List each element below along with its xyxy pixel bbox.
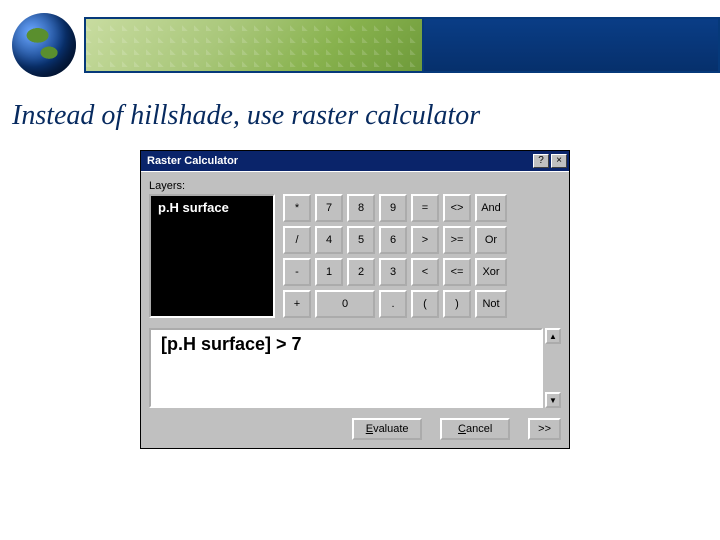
btn-divide[interactable]: / — [283, 226, 311, 254]
btn-gt[interactable]: > — [411, 226, 439, 254]
close-icon[interactable]: × — [551, 154, 567, 168]
cancel-button[interactable]: Cancel — [440, 418, 510, 440]
btn-9[interactable]: 9 — [379, 194, 407, 222]
btn-lt[interactable]: < — [411, 258, 439, 286]
btn-6[interactable]: 6 — [379, 226, 407, 254]
dialog-body: Layers: p.H surface * 7 8 9 = <> And / 4… — [141, 171, 569, 448]
btn-5[interactable]: 5 — [347, 226, 375, 254]
evaluate-rest: valuate — [373, 423, 408, 435]
globe-icon — [12, 13, 76, 77]
btn-8[interactable]: 8 — [347, 194, 375, 222]
btn-not[interactable]: Not — [475, 290, 507, 318]
expression-input[interactable]: [p.H surface] > 7 — [149, 328, 543, 408]
scroll-up-icon[interactable]: ▲ — [545, 328, 561, 344]
layers-label: Layers: — [149, 180, 561, 192]
btn-3[interactable]: 3 — [379, 258, 407, 286]
btn-0[interactable]: 0 — [315, 290, 375, 318]
btn-equals[interactable]: = — [411, 194, 439, 222]
slide-banner — [0, 0, 720, 90]
btn-plus[interactable]: + — [283, 290, 311, 318]
btn-gte[interactable]: >= — [443, 226, 471, 254]
expression-scrollbar[interactable]: ▲ ▼ — [545, 328, 561, 408]
evaluate-button[interactable]: Evaluate — [352, 418, 422, 440]
raster-calculator-dialog: Raster Calculator ? × Layers: p.H surfac… — [140, 150, 570, 449]
keypad: * 7 8 9 = <> And / 4 5 6 > >= Or - 1 2 3 — [283, 194, 507, 318]
layers-list[interactable]: p.H surface — [149, 194, 275, 318]
btn-multiply[interactable]: * — [283, 194, 311, 222]
dialog-footer: Evaluate Cancel >> — [149, 418, 561, 440]
btn-7[interactable]: 7 — [315, 194, 343, 222]
map-strip-graphic — [84, 17, 424, 73]
btn-neq[interactable]: <> — [443, 194, 471, 222]
expand-button[interactable]: >> — [528, 418, 561, 440]
btn-1[interactable]: 1 — [315, 258, 343, 286]
btn-dot[interactable]: . — [379, 290, 407, 318]
btn-or[interactable]: Or — [475, 226, 507, 254]
blue-bar-graphic — [424, 17, 720, 73]
btn-minus[interactable]: - — [283, 258, 311, 286]
slide-title: Instead of hillshade, use raster calcula… — [0, 90, 720, 150]
btn-lparen[interactable]: ( — [411, 290, 439, 318]
layer-item-label: p.H surface — [158, 200, 229, 215]
btn-xor[interactable]: Xor — [475, 258, 507, 286]
btn-rparen[interactable]: ) — [443, 290, 471, 318]
btn-4[interactable]: 4 — [315, 226, 343, 254]
expression-row: [p.H surface] > 7 ▲ ▼ — [149, 328, 561, 408]
btn-lte[interactable]: <= — [443, 258, 471, 286]
top-area: p.H surface * 7 8 9 = <> And / 4 5 6 > >… — [149, 194, 561, 318]
scroll-down-icon[interactable]: ▼ — [545, 392, 561, 408]
btn-2[interactable]: 2 — [347, 258, 375, 286]
btn-and[interactable]: And — [475, 194, 507, 222]
cancel-rest: ancel — [466, 423, 492, 435]
help-icon[interactable]: ? — [533, 154, 549, 168]
titlebar[interactable]: Raster Calculator ? × — [141, 151, 569, 171]
titlebar-text: Raster Calculator — [147, 155, 531, 167]
layer-item[interactable]: p.H surface — [154, 199, 270, 216]
